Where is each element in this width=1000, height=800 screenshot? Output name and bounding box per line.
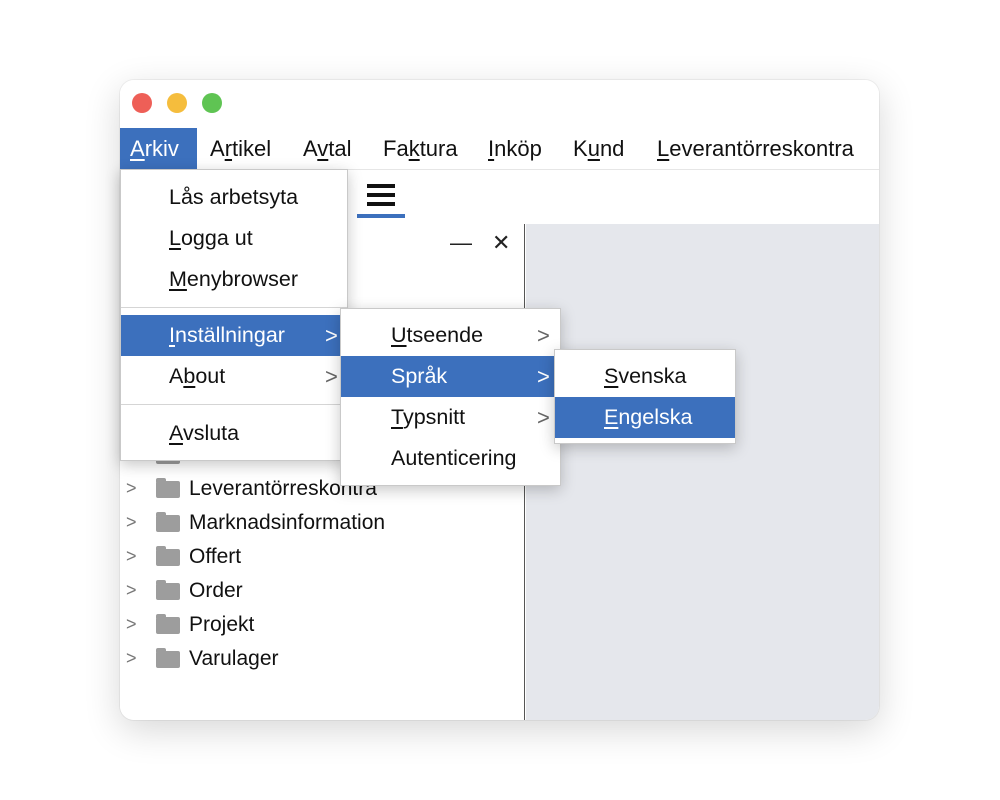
chevron-right-icon[interactable]: > (126, 478, 140, 498)
chevron-right-icon[interactable]: > (126, 580, 140, 600)
panel-minimize-button[interactable]: — (450, 230, 472, 256)
menu-artikel[interactable]: Artikel (210, 128, 271, 169)
panel-close-button[interactable]: ✕ (492, 230, 510, 256)
tree-item-label: Offert (189, 545, 242, 568)
menu-item-about[interactable]: About > (121, 356, 347, 397)
menu-kund[interactable]: Kund (573, 128, 624, 169)
chevron-right-icon: > (325, 323, 338, 348)
minimize-window-button[interactable] (167, 93, 187, 113)
chevron-right-icon[interactable]: > (126, 648, 140, 668)
menu-arkiv[interactable]: Arkiv (120, 128, 197, 169)
tree-item-marknadsinformation[interactable]: > Marknadsinformation (120, 509, 520, 539)
menu-item-avsluta[interactable]: Avsluta (121, 413, 347, 454)
folder-icon (156, 580, 180, 600)
hamburger-menu-button[interactable] (357, 178, 405, 218)
language-submenu: Svenska Engelska (554, 349, 736, 444)
tree-item-order[interactable]: > Order (120, 577, 520, 607)
folder-icon (156, 478, 180, 498)
menu-item-svenska[interactable]: Svenska (555, 356, 735, 397)
menu-item-sprak[interactable]: Språk > (341, 356, 560, 397)
close-window-button[interactable] (132, 93, 152, 113)
chevron-right-icon: > (537, 323, 550, 348)
tree-item-varulager[interactable]: > Varulager (120, 645, 520, 675)
menu-item-utseende[interactable]: Utseende > (341, 315, 560, 356)
folder-icon (156, 512, 180, 532)
chevron-right-icon[interactable]: > (126, 512, 140, 532)
menu-inkop[interactable]: Inköp (488, 128, 542, 169)
menu-item-menybrowser[interactable]: Menybrowser (121, 259, 347, 300)
settings-submenu: Utseende > Språk > Typsnitt > Autenticer… (340, 308, 561, 486)
chevron-right-icon: > (537, 364, 550, 389)
tree-item-label: Order (189, 579, 243, 602)
arkiv-menu: Lås arbetsyta Logga ut Menybrowser Instä… (120, 169, 348, 461)
menu-separator (121, 307, 347, 308)
chevron-right-icon[interactable]: > (126, 546, 140, 566)
chevron-right-icon: > (325, 364, 338, 389)
menu-leverantorreskontra[interactable]: Leverantörreskontra (657, 128, 854, 169)
active-indicator (357, 214, 405, 218)
menu-separator (121, 404, 347, 405)
menu-avtal[interactable]: Avtal (303, 128, 352, 169)
menu-faktura[interactable]: Faktura (383, 128, 458, 169)
menu-item-las-arbetsyta[interactable]: Lås arbetsyta (121, 177, 347, 218)
tree-item-label: Varulager (189, 647, 279, 670)
tree-item-projekt[interactable]: > Projekt (120, 611, 520, 641)
menu-item-typsnitt[interactable]: Typsnitt > (341, 397, 560, 438)
zoom-window-button[interactable] (202, 93, 222, 113)
folder-icon (156, 546, 180, 566)
tree-item-label: Projekt (189, 613, 255, 636)
menu-bar: Arkiv Artikel Avtal Faktura Inköp Kund L… (120, 128, 879, 170)
menu-item-engelska[interactable]: Engelska (555, 397, 735, 438)
content-area (526, 224, 879, 720)
menu-item-logga-ut[interactable]: Logga ut (121, 218, 347, 259)
tree-item-label: Marknadsinformation (189, 511, 386, 534)
folder-icon (156, 614, 180, 634)
menu-item-installningar[interactable]: Inställningar > (121, 315, 347, 356)
chevron-right-icon[interactable]: > (126, 614, 140, 634)
chevron-right-icon: > (537, 405, 550, 430)
folder-icon (156, 648, 180, 668)
menu-item-autenticering[interactable]: Autenticering (341, 438, 560, 479)
title-bar (120, 80, 879, 129)
tree-item-offert[interactable]: > Offert (120, 543, 520, 573)
